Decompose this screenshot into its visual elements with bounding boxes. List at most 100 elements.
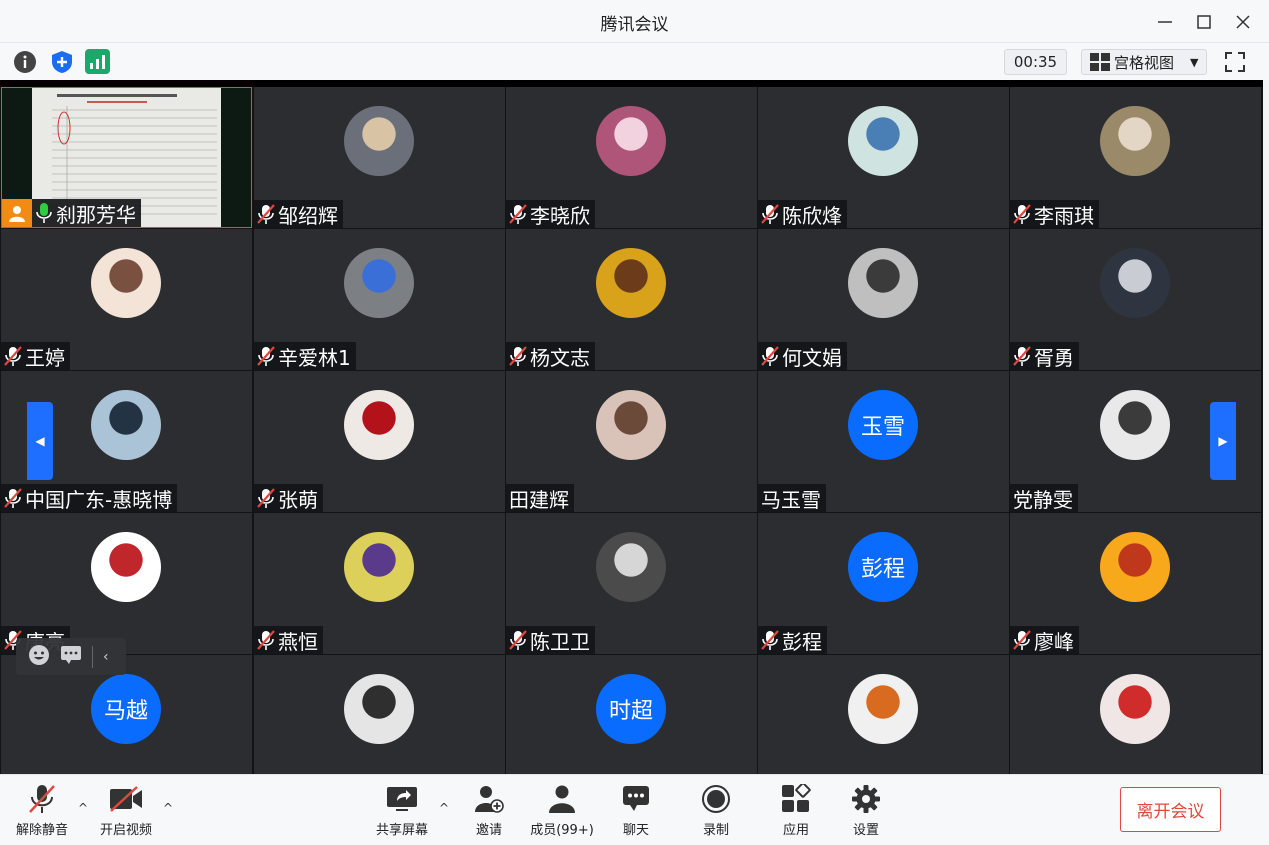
maximize-button[interactable]: [1191, 9, 1217, 35]
participant-tile[interactable]: 彭程 彭程: [758, 513, 1009, 654]
participant-tile[interactable]: [254, 655, 505, 774]
participant-name: 李晓欣: [530, 203, 590, 228]
participant-tile[interactable]: 何文娟: [758, 229, 1009, 370]
participant-nametag: 张萌: [254, 484, 323, 512]
participant-tile[interactable]: 胥勇: [1010, 229, 1261, 370]
mic-muted-icon: [257, 488, 275, 508]
maximize-icon: [1197, 15, 1211, 29]
screen-share-tile[interactable]: 刹那芳华: [1, 87, 252, 228]
avatar: [1100, 248, 1170, 318]
participant-nametag: 燕恒: [254, 626, 323, 654]
participant-tile[interactable]: 玉雪 马玉雪: [758, 371, 1009, 512]
close-button[interactable]: [1230, 9, 1256, 35]
grid-top-strip: [0, 80, 1263, 87]
participant-tile[interactable]: 田建辉: [506, 371, 757, 512]
participant-tile[interactable]: 燕恒: [254, 513, 505, 654]
host-badge-icon: [2, 199, 32, 227]
video-grid: 刹那芳华 邹绍辉 李晓欣 陈欣烽 李雨琪 王婷 辛爱林1 杨文志 何文娟 胥勇 中国广东-惠晓博 张…: [0, 80, 1263, 774]
participant-tile[interactable]: 时超: [506, 655, 757, 774]
info-button[interactable]: [12, 49, 37, 74]
share-options-chevron-icon[interactable]: ^: [439, 801, 449, 815]
gear-icon: [852, 785, 880, 813]
members-button[interactable]: 成员(99+): [522, 783, 602, 838]
participant-nametag: 廖峰: [1010, 626, 1079, 654]
leave-meeting-button[interactable]: 离开会议: [1120, 787, 1221, 832]
avatar: [1100, 674, 1170, 744]
participant-name: 陈卫卫: [530, 629, 590, 654]
share-screen-button[interactable]: 共享屏幕: [362, 783, 442, 838]
avatar: [596, 532, 666, 602]
meeting-window: 腾讯会议 00:35 宫格视图 ▼ 刹那芳华 邹绍辉 李晓欣 陈欣烽 李雨琪 王…: [0, 0, 1269, 845]
mic-muted-icon: [1013, 630, 1031, 650]
grid-view-dropdown[interactable]: 宫格视图 ▼: [1081, 49, 1207, 75]
video-options-chevron-icon[interactable]: ^: [163, 801, 173, 815]
mic-muted-icon: [509, 204, 527, 224]
emoji-icon: [29, 644, 49, 665]
participant-tile[interactable]: 王婷: [1, 229, 252, 370]
fullscreen-button[interactable]: [1222, 49, 1248, 75]
participant-name: 党静雯: [1013, 487, 1073, 512]
participant-name: 邹绍辉: [278, 203, 338, 228]
participant-tile[interactable]: 邹绍辉: [254, 87, 505, 228]
participant-tile[interactable]: 张萌: [254, 371, 505, 512]
apps-label: 应用: [782, 823, 809, 838]
chat-button[interactable]: 聊天: [596, 783, 676, 838]
participant-name: 胥勇: [1034, 345, 1074, 370]
participant-tile[interactable]: 唐亮: [1, 513, 252, 654]
avatar: [596, 106, 666, 176]
mic-muted-icon: [4, 488, 22, 508]
participant-tile[interactable]: 辛爱林1: [254, 229, 505, 370]
avatar: [344, 674, 414, 744]
title-bar: 腾讯会议: [0, 0, 1269, 43]
start-video-button[interactable]: 开启视频: [86, 783, 166, 838]
avatar: [848, 674, 918, 744]
participant-nametag: 田建辉: [506, 484, 574, 512]
share-screen-icon: [387, 787, 417, 811]
record-button[interactable]: 录制: [676, 783, 756, 838]
mic-muted-icon: [1013, 204, 1031, 224]
apps-button[interactable]: 应用: [756, 783, 836, 838]
participant-tile[interactable]: 李雨琪: [1010, 87, 1261, 228]
share-screen-label: 共享屏幕: [375, 823, 428, 838]
participant-tile[interactable]: [758, 655, 1009, 774]
camera-off-icon: [110, 786, 142, 812]
signal-button[interactable]: [85, 49, 110, 74]
participant-tile[interactable]: [1010, 655, 1261, 774]
avatar: [1100, 390, 1170, 460]
participant-tile[interactable]: 杨文志: [506, 229, 757, 370]
participant-nametag: 陈卫卫: [506, 626, 595, 654]
settings-button[interactable]: 设置: [826, 783, 906, 838]
avatar: [848, 248, 918, 318]
close-icon: [1236, 15, 1250, 29]
mic-muted-icon: [4, 346, 22, 366]
invite-button[interactable]: 邀请: [449, 783, 529, 838]
participant-tile[interactable]: 陈欣烽: [758, 87, 1009, 228]
control-bar: 解除静音 ^ 开启视频 ^ 共享屏幕 ^ 邀请 成员(99+) 聊天 录制 应用…: [0, 774, 1269, 845]
members-label: 成员(99+): [530, 823, 594, 838]
participant-tile[interactable]: 李晓欣: [506, 87, 757, 228]
mic-muted-icon: [1013, 346, 1031, 366]
record-label: 录制: [702, 823, 729, 838]
participant-nametag: 陈欣烽: [758, 200, 847, 228]
participant-tile[interactable]: 陈卫卫: [506, 513, 757, 654]
apps-icon: [782, 784, 811, 812]
record-icon: [702, 785, 730, 813]
avatar: [91, 248, 161, 318]
shield-icon: [51, 50, 72, 73]
security-button[interactable]: [49, 49, 74, 74]
meeting-timer: 00:35: [1004, 49, 1067, 75]
members-icon: [549, 785, 575, 813]
participant-tile[interactable]: 廖峰: [1010, 513, 1261, 654]
participant-name: 辛爱林1: [278, 345, 351, 370]
participant-name: 李雨琪: [1034, 203, 1094, 228]
unmute-button[interactable]: 解除静音: [2, 783, 82, 838]
danmaku-button[interactable]: [60, 645, 82, 669]
prev-page-button[interactable]: ◀: [27, 402, 53, 480]
next-page-button[interactable]: ▶: [1210, 402, 1236, 480]
minimize-button[interactable]: [1152, 9, 1178, 35]
collapse-chevron-icon[interactable]: ‹: [103, 649, 109, 665]
participant-name: 田建辉: [509, 487, 569, 512]
emoji-button[interactable]: [28, 644, 50, 670]
mic-muted-icon: [509, 346, 527, 366]
info-icon: [13, 50, 36, 73]
